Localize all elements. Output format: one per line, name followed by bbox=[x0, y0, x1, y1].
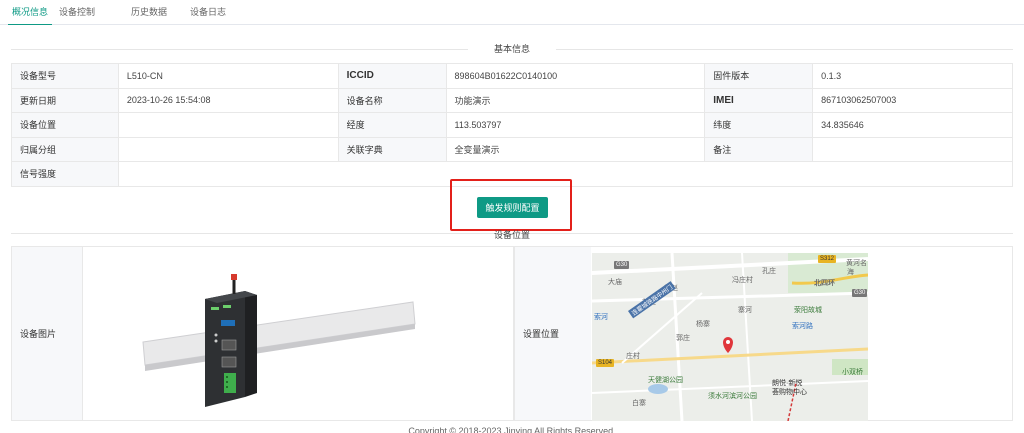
basic-info-table: 设备型号 L510-CN ICCID 898604B01622C0140100 … bbox=[11, 63, 1014, 187]
place-label: 北四环 bbox=[814, 280, 835, 287]
label-group: 归属分组 bbox=[11, 136, 119, 162]
label-imei: IMEI bbox=[704, 87, 814, 113]
value-iccid: 898604B01622C0140100 bbox=[445, 63, 706, 89]
value-firmware: 0.1.3 bbox=[812, 63, 1013, 89]
poi-label: 须水河滨河公园 bbox=[708, 393, 757, 400]
label-device-name: 设备名称 bbox=[337, 87, 447, 113]
tab-history-data[interactable]: 历史数据 bbox=[131, 0, 167, 25]
poi-label: 索河 bbox=[594, 314, 608, 321]
device-photo bbox=[142, 274, 416, 407]
value-dictionary: 全变量演示 bbox=[445, 136, 706, 162]
table-row: 设备型号 L510-CN ICCID 898604B01622C0140100 … bbox=[11, 63, 1013, 89]
footer-copyright: Copyright © 2018-2023 Jinying All Rights… bbox=[0, 421, 1024, 433]
label-update-date: 更新日期 bbox=[11, 87, 119, 113]
place-label: 白寨 bbox=[632, 400, 646, 407]
poi-label: 荥阳故城 bbox=[794, 307, 822, 314]
value-imei: 867103062507003 bbox=[812, 87, 1013, 113]
place-label: 大庙 bbox=[608, 279, 622, 286]
device-image-label: 设备图片 bbox=[11, 246, 83, 421]
poi-label: 索河路 bbox=[792, 323, 813, 330]
value-longitude: 113.503797 bbox=[445, 112, 706, 138]
tab-device-control[interactable]: 设备控制 bbox=[59, 0, 95, 25]
value-device-model: L510-CN bbox=[117, 63, 339, 89]
table-row: 更新日期 2023-10-26 15:54:08 设备名称 功能演示 IMEI … bbox=[11, 87, 1013, 113]
label-signal-strength: 信号强度 bbox=[11, 161, 119, 187]
label-remark: 备注 bbox=[704, 136, 814, 162]
label-device-model: 设备型号 bbox=[11, 63, 119, 89]
place-label: 海 bbox=[847, 269, 854, 276]
tab-bar: 概况信息 设备控制 历史数据 设备日志 bbox=[0, 0, 1024, 26]
label-device-location: 设备位置 bbox=[11, 112, 119, 138]
poi-label: 小双桥 bbox=[842, 369, 863, 376]
device-image-cell bbox=[82, 246, 514, 421]
place-label: 郭庄 bbox=[676, 335, 690, 342]
place-label: 庄村 bbox=[626, 353, 640, 360]
road-label-s312: S312 bbox=[818, 255, 837, 263]
poi-label: 天健湖公园 bbox=[648, 377, 683, 384]
label-iccid: ICCID bbox=[337, 63, 447, 89]
label-longitude: 经度 bbox=[337, 112, 447, 138]
place-label: 寨河 bbox=[738, 307, 752, 314]
tab-device-log[interactable]: 设备日志 bbox=[190, 0, 226, 25]
place-label: 孔庄 bbox=[762, 268, 776, 275]
road-label-g30-east: G30 bbox=[852, 289, 868, 297]
road-label-g30: G30 bbox=[614, 261, 630, 269]
label-latitude: 纬度 bbox=[704, 112, 814, 138]
location-map[interactable]: G30 S312 S104 G30 孔庄 黄河名 海 赵赵 冯庄村 北四环 大庙… bbox=[592, 253, 868, 421]
label-firmware: 固件版本 bbox=[704, 63, 814, 89]
tab-overview[interactable]: 概况信息 bbox=[7, 0, 53, 26]
place-label: 杨寨 bbox=[696, 321, 710, 328]
value-remark bbox=[812, 136, 1013, 162]
position-label: 设置位置 bbox=[514, 246, 592, 421]
value-device-location bbox=[117, 112, 339, 138]
road-label-s104: S104 bbox=[596, 359, 615, 367]
value-group bbox=[117, 136, 339, 162]
value-update-date: 2023-10-26 15:54:08 bbox=[117, 87, 339, 113]
table-row: 设备位置 经度 113.503797 纬度 34.835646 bbox=[11, 112, 1013, 138]
value-device-name: 功能演示 bbox=[445, 87, 706, 113]
value-latitude: 34.835646 bbox=[812, 112, 1013, 138]
table-row: 归属分组 关联字典 全变量演示 备注 bbox=[11, 136, 1013, 162]
place-label: 荟购物中心 bbox=[772, 389, 807, 396]
trigger-rule-config-button[interactable]: 触发规则配置 bbox=[477, 197, 548, 218]
label-dictionary: 关联字典 bbox=[337, 136, 447, 162]
basic-info-title: 基本信息 bbox=[11, 42, 1013, 56]
location-section-title: 设备位置 bbox=[493, 230, 530, 240]
place-label: 冯庄村 bbox=[732, 277, 753, 284]
